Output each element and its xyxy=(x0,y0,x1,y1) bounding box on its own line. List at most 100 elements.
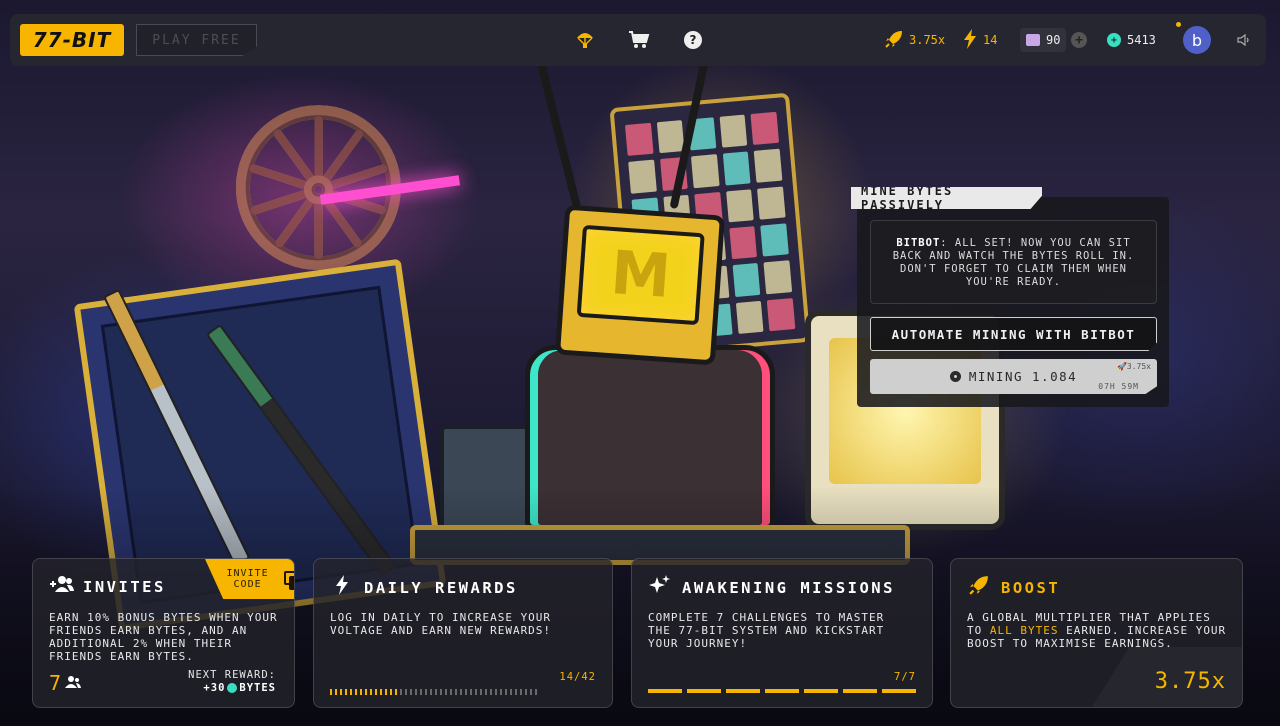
invite-code-button[interactable]: INVITE CODE xyxy=(205,559,294,599)
bytes-stat[interactable]: + 5413 xyxy=(1107,28,1156,52)
mission-segment xyxy=(648,689,682,693)
missions-progress-text: 7/7 xyxy=(894,671,916,683)
invites-title: INVITES xyxy=(49,575,166,598)
boost-value: 3.75x xyxy=(909,33,946,47)
chips-value: 90 xyxy=(1046,33,1061,47)
progress-tick xyxy=(405,689,407,695)
progress-tick xyxy=(505,689,507,695)
daily-rewards-title: DAILY REWARDS xyxy=(330,575,518,600)
daily-progress-text: 14/42 xyxy=(559,671,596,683)
voltage-stat[interactable]: 14 xyxy=(963,28,997,52)
add-chips-button[interactable]: + xyxy=(1071,32,1087,48)
boost-title: BOOST xyxy=(967,575,1060,600)
boost-card[interactable]: BOOST A GLOBAL MULTIPLIER THAT APPLIES T… xyxy=(950,558,1243,708)
rocket-icon xyxy=(885,30,903,51)
parachute-icon[interactable] xyxy=(573,28,597,52)
progress-tick xyxy=(385,689,387,695)
progress-tick xyxy=(525,689,527,695)
lightning-icon xyxy=(963,28,977,52)
byte-coin-icon xyxy=(949,371,961,382)
speaker-icon[interactable] xyxy=(1234,30,1254,50)
voltage-value: 14 xyxy=(983,33,998,47)
boost-value: 3.75x xyxy=(1154,669,1226,694)
invite-code-label: INVITE CODE xyxy=(226,568,269,590)
progress-tick xyxy=(345,689,347,695)
progress-tick xyxy=(355,689,357,695)
progress-tick xyxy=(455,689,457,695)
progress-tick xyxy=(480,689,482,695)
mission-segment xyxy=(726,689,760,693)
progress-tick xyxy=(535,689,537,695)
lightning-icon xyxy=(330,575,354,600)
chips-stat[interactable]: 90 xyxy=(1020,28,1067,52)
bytes-value: 5413 xyxy=(1127,33,1156,47)
progress-tick xyxy=(450,689,452,695)
automate-mining-button[interactable]: AUTOMATE MINING WITH BITBOT xyxy=(870,317,1157,351)
progress-tick xyxy=(365,689,367,695)
progress-tick xyxy=(460,689,462,695)
progress-tick xyxy=(520,689,522,695)
byte-coin-icon: + xyxy=(1107,33,1121,47)
awakening-missions-title: AWAKENING MISSIONS xyxy=(648,575,895,600)
invites-card[interactable]: INVITES INVITE CODE EARN 10% BONUS BYTES… xyxy=(32,558,295,708)
mining-time-left: 07H 59M xyxy=(1098,382,1139,391)
progress-tick xyxy=(440,689,442,695)
progress-tick xyxy=(500,689,502,695)
avatar[interactable]: b xyxy=(1183,26,1211,54)
notification-dot xyxy=(1176,22,1181,27)
logo[interactable]: 77-BIT xyxy=(20,24,124,56)
progress-tick xyxy=(445,689,447,695)
progress-tick xyxy=(360,689,362,695)
bitbot-character: M xyxy=(515,60,785,530)
mission-segment xyxy=(804,689,838,693)
progress-tick xyxy=(390,689,392,695)
progress-tick xyxy=(430,689,432,695)
cart-icon[interactable] xyxy=(627,28,651,52)
mission-segment xyxy=(765,689,799,693)
progress-tick xyxy=(420,689,422,695)
progress-tick xyxy=(475,689,477,695)
awakening-missions-card[interactable]: AWAKENING MISSIONS COMPLETE 7 CHALLENGES… xyxy=(631,558,933,708)
sparkle-icon xyxy=(648,575,672,600)
next-reward: NEXT REWARD: +30 BYTES xyxy=(188,669,276,694)
mining-panel-title: MINE BYTES PASSIVELY xyxy=(851,187,1042,209)
progress-tick xyxy=(530,689,532,695)
copy-icon xyxy=(284,571,294,590)
progress-tick xyxy=(435,689,437,695)
progress-tick xyxy=(465,689,467,695)
mission-segment xyxy=(882,689,916,693)
awakening-missions-description: COMPLETE 7 CHALLENGES TO MASTER THE 77-B… xyxy=(648,611,885,650)
invite-count: 7 xyxy=(49,671,82,695)
people-icon xyxy=(65,675,82,691)
daily-progress-bar xyxy=(330,689,596,695)
mission-segment xyxy=(843,689,877,693)
progress-tick xyxy=(375,689,377,695)
progress-tick xyxy=(340,689,342,695)
mission-segment xyxy=(687,689,721,693)
daily-rewards-description: LOG IN DAILY TO INCREASE YOUR VOLTAGE AN… xyxy=(330,611,552,637)
progress-tick xyxy=(410,689,412,695)
progress-tick xyxy=(485,689,487,695)
bitbot-message: BITBOT: ALL SET! NOW YOU CAN SIT BACK AN… xyxy=(870,220,1157,304)
progress-tick xyxy=(330,689,332,695)
progress-tick xyxy=(495,689,497,695)
play-free-button[interactable]: PLAY FREE xyxy=(136,24,257,56)
missions-progress-bar xyxy=(648,689,916,693)
progress-tick xyxy=(515,689,517,695)
boost-stat[interactable]: 3.75x xyxy=(885,28,945,52)
question-icon[interactable]: ? xyxy=(681,28,705,52)
boost-description: A GLOBAL MULTIPLIER THAT APPLIES TO ALL … xyxy=(967,611,1227,650)
chip-icon xyxy=(1026,34,1040,46)
top-bar: 77-BIT PLAY FREE ? 3.75x 14 90 + + 5413 … xyxy=(10,14,1266,66)
progress-tick xyxy=(400,689,402,695)
progress-tick xyxy=(350,689,352,695)
progress-tick xyxy=(335,689,337,695)
progress-tick xyxy=(470,689,472,695)
rocket-icon xyxy=(967,575,991,600)
invites-description: EARN 10% BONUS BYTES WHEN YOUR FRIENDS E… xyxy=(49,611,278,663)
bitbot-speaker: BITBOT xyxy=(896,237,941,249)
daily-rewards-card[interactable]: DAILY REWARDS LOG IN DAILY TO INCREASE Y… xyxy=(313,558,613,708)
people-plus-icon xyxy=(49,575,74,598)
mining-status-bar[interactable]: 🚀3.75x MINING 1.084 07H 59M xyxy=(870,359,1157,394)
progress-tick xyxy=(380,689,382,695)
